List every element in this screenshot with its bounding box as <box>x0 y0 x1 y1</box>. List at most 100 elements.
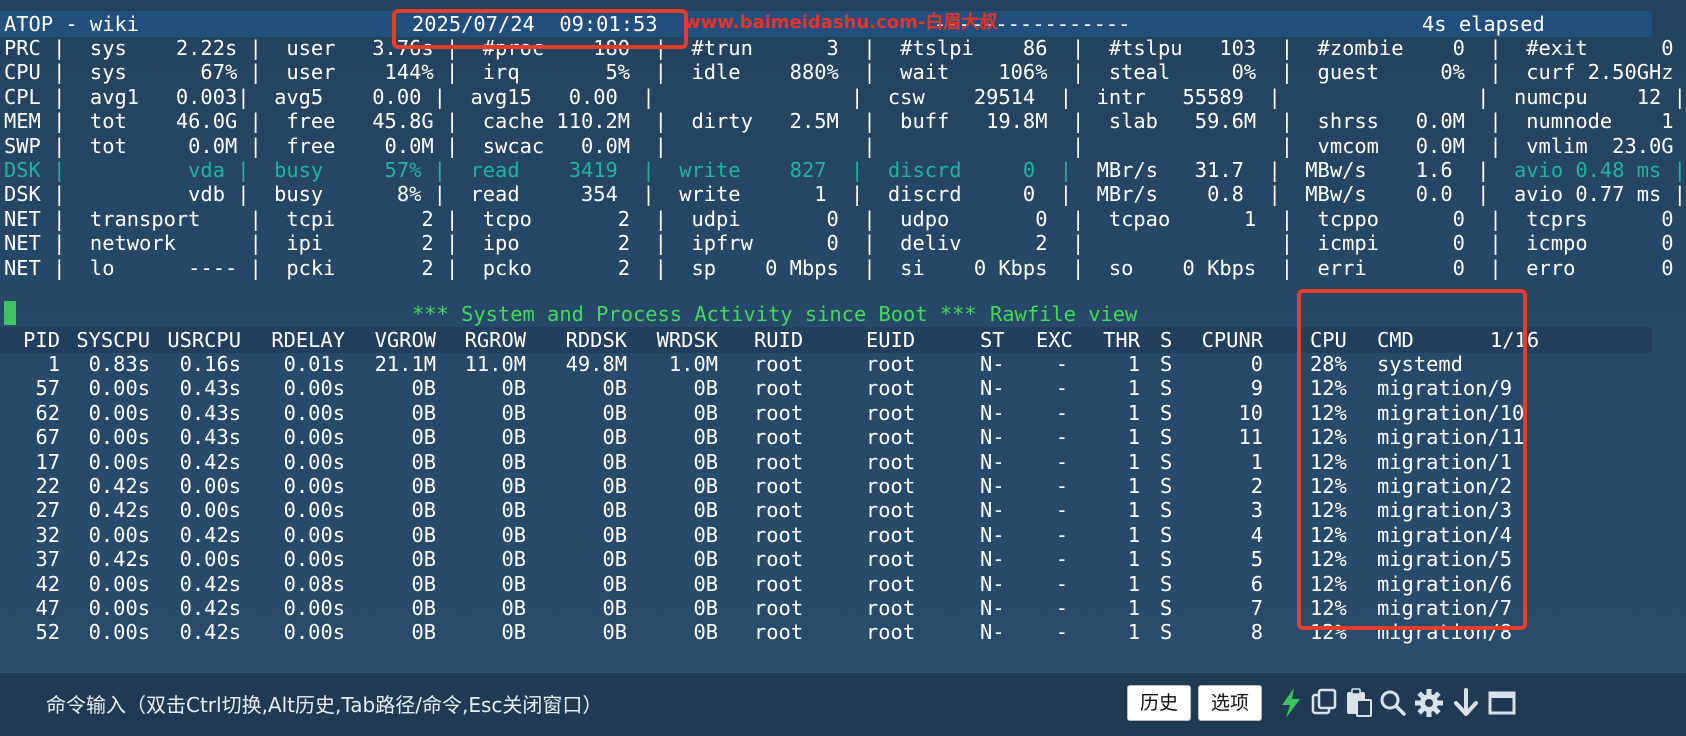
table-cell: 0.42s <box>179 449 241 474</box>
table-cell: 1 <box>47 352 60 376</box>
table-cell: 0.00s <box>283 376 345 401</box>
table-cell: 0.42s <box>88 498 150 523</box>
table-cell: S <box>1160 522 1173 547</box>
table-cell: 0.00s <box>283 425 345 450</box>
search-icon[interactable] <box>1377 686 1409 720</box>
table-cell: 1 <box>1127 376 1140 401</box>
table-cell: 0B <box>693 547 718 572</box>
column-header-rdelay: RDELAY <box>271 328 345 352</box>
column-header-rddsk: RDDSK <box>565 328 627 352</box>
table-cell: N- <box>980 596 1005 620</box>
watermark: www.baimeidashu.com-白眉大叔 <box>684 12 998 33</box>
table-cell: 0B <box>693 522 718 547</box>
table-cell: 0B <box>411 400 436 425</box>
table-cell: 0B <box>501 596 526 620</box>
table-cell: 0B <box>693 571 718 596</box>
table-cell: 2 <box>1250 474 1263 498</box>
table-cell: 0B <box>411 498 436 523</box>
table-cell: 52 <box>35 620 60 645</box>
table-cell: 8 <box>1250 620 1263 645</box>
table-cell: 3 <box>1250 498 1263 523</box>
table-cell: 0B <box>411 596 436 620</box>
terminal-window[interactable]: ATOP - wiki 2025/07/24 09:01:53 --------… <box>0 0 1686 672</box>
column-header-thr: THR <box>1103 328 1140 352</box>
table-cell: - <box>1055 571 1068 596</box>
table-cell: 1 <box>1127 547 1140 572</box>
table-cell: 0B <box>602 376 627 401</box>
table-cell: 0B <box>501 498 526 523</box>
table-cell: 0B <box>602 425 627 450</box>
table-cell: 0.43s <box>179 376 241 401</box>
copy-icon[interactable] <box>1308 686 1340 720</box>
table-cell: 0.42s <box>88 474 150 498</box>
table-cell: 0B <box>693 620 718 645</box>
table-cell: 0B <box>501 425 526 450</box>
command-input-hint[interactable]: 命令输入（双击Ctrl切换,Alt历史,Tab路径/命令,Esc关闭窗口） <box>46 689 602 718</box>
table-cell: N- <box>980 620 1005 645</box>
column-header-usrcpu: USRCPU <box>167 328 241 352</box>
lightning-icon[interactable] <box>1276 686 1308 720</box>
table-cell: 0.08s <box>283 571 345 596</box>
table-cell: - <box>1055 425 1068 450</box>
table-cell: 0.00s <box>179 547 241 572</box>
table-cell: 11 <box>1238 425 1263 450</box>
table-cell: 47 <box>35 596 60 620</box>
column-header-cpunr: CPUNR <box>1201 328 1263 352</box>
column-header-euid: EUID <box>866 328 916 352</box>
table-cell: N- <box>980 376 1005 401</box>
table-cell: 0.42s <box>179 522 241 547</box>
history-button[interactable]: 历史 <box>1127 685 1192 721</box>
command-input-bar[interactable]: 命令输入（双击Ctrl切换,Alt历史,Tab路径/命令,Esc关闭窗口） 历史… <box>0 672 1686 736</box>
download-icon[interactable] <box>1450 686 1482 720</box>
table-cell: N- <box>980 425 1005 450</box>
table-cell: - <box>1055 376 1068 401</box>
maximize-icon[interactable] <box>1486 686 1518 720</box>
column-header-s: S <box>1160 328 1173 352</box>
table-cell: root <box>866 571 916 596</box>
table-cell: root <box>866 498 916 523</box>
table-cell: 0B <box>693 400 718 425</box>
table-cell: S <box>1160 474 1173 498</box>
column-header-ruid: RUID <box>754 328 804 352</box>
table-cell: 1 <box>1127 596 1140 620</box>
table-cell: 22 <box>35 474 60 498</box>
table-cell: 0B <box>411 547 436 572</box>
table-cell: 0B <box>602 474 627 498</box>
table-cell: 0B <box>602 571 627 596</box>
table-cell: 0.00s <box>88 425 150 450</box>
table-cell: - <box>1055 498 1068 523</box>
gear-icon[interactable] <box>1413 686 1445 720</box>
table-cell: 0.00s <box>88 522 150 547</box>
table-cell: 0B <box>501 620 526 645</box>
table-cell: 37 <box>35 547 60 572</box>
table-cell: 0B <box>501 571 526 596</box>
table-cell: 32 <box>35 522 60 547</box>
paste-icon[interactable] <box>1343 686 1375 720</box>
table-cell: 0.00s <box>88 400 150 425</box>
table-cell: 0.00s <box>283 449 345 474</box>
datetime-annotation-box <box>392 9 688 49</box>
table-cell: 0.83s <box>88 352 150 376</box>
table-cell: S <box>1160 547 1173 572</box>
table-cell: root <box>754 498 804 523</box>
column-header-wrdsk: WRDSK <box>656 328 718 352</box>
table-cell: 0.42s <box>179 571 241 596</box>
table-cell: 21.1M <box>374 352 436 376</box>
table-cell: 0 <box>1250 352 1263 376</box>
table-cell: root <box>754 547 804 572</box>
table-cell: 7 <box>1250 596 1263 620</box>
table-cell: 10 <box>1238 400 1263 425</box>
table-cell: 0B <box>602 449 627 474</box>
table-cell: 0B <box>693 596 718 620</box>
table-cell: 0B <box>501 522 526 547</box>
table-cell: S <box>1160 620 1173 645</box>
table-cell: root <box>866 376 916 401</box>
header-title: ATOP - wiki <box>4 12 140 36</box>
table-cell: 0B <box>602 400 627 425</box>
table-cell: 1 <box>1250 449 1263 474</box>
options-button[interactable]: 选项 <box>1198 685 1263 721</box>
table-cell: 0.00s <box>179 474 241 498</box>
table-cell: N- <box>980 571 1005 596</box>
table-cell: 0B <box>411 376 436 401</box>
table-cell: 0B <box>501 376 526 401</box>
